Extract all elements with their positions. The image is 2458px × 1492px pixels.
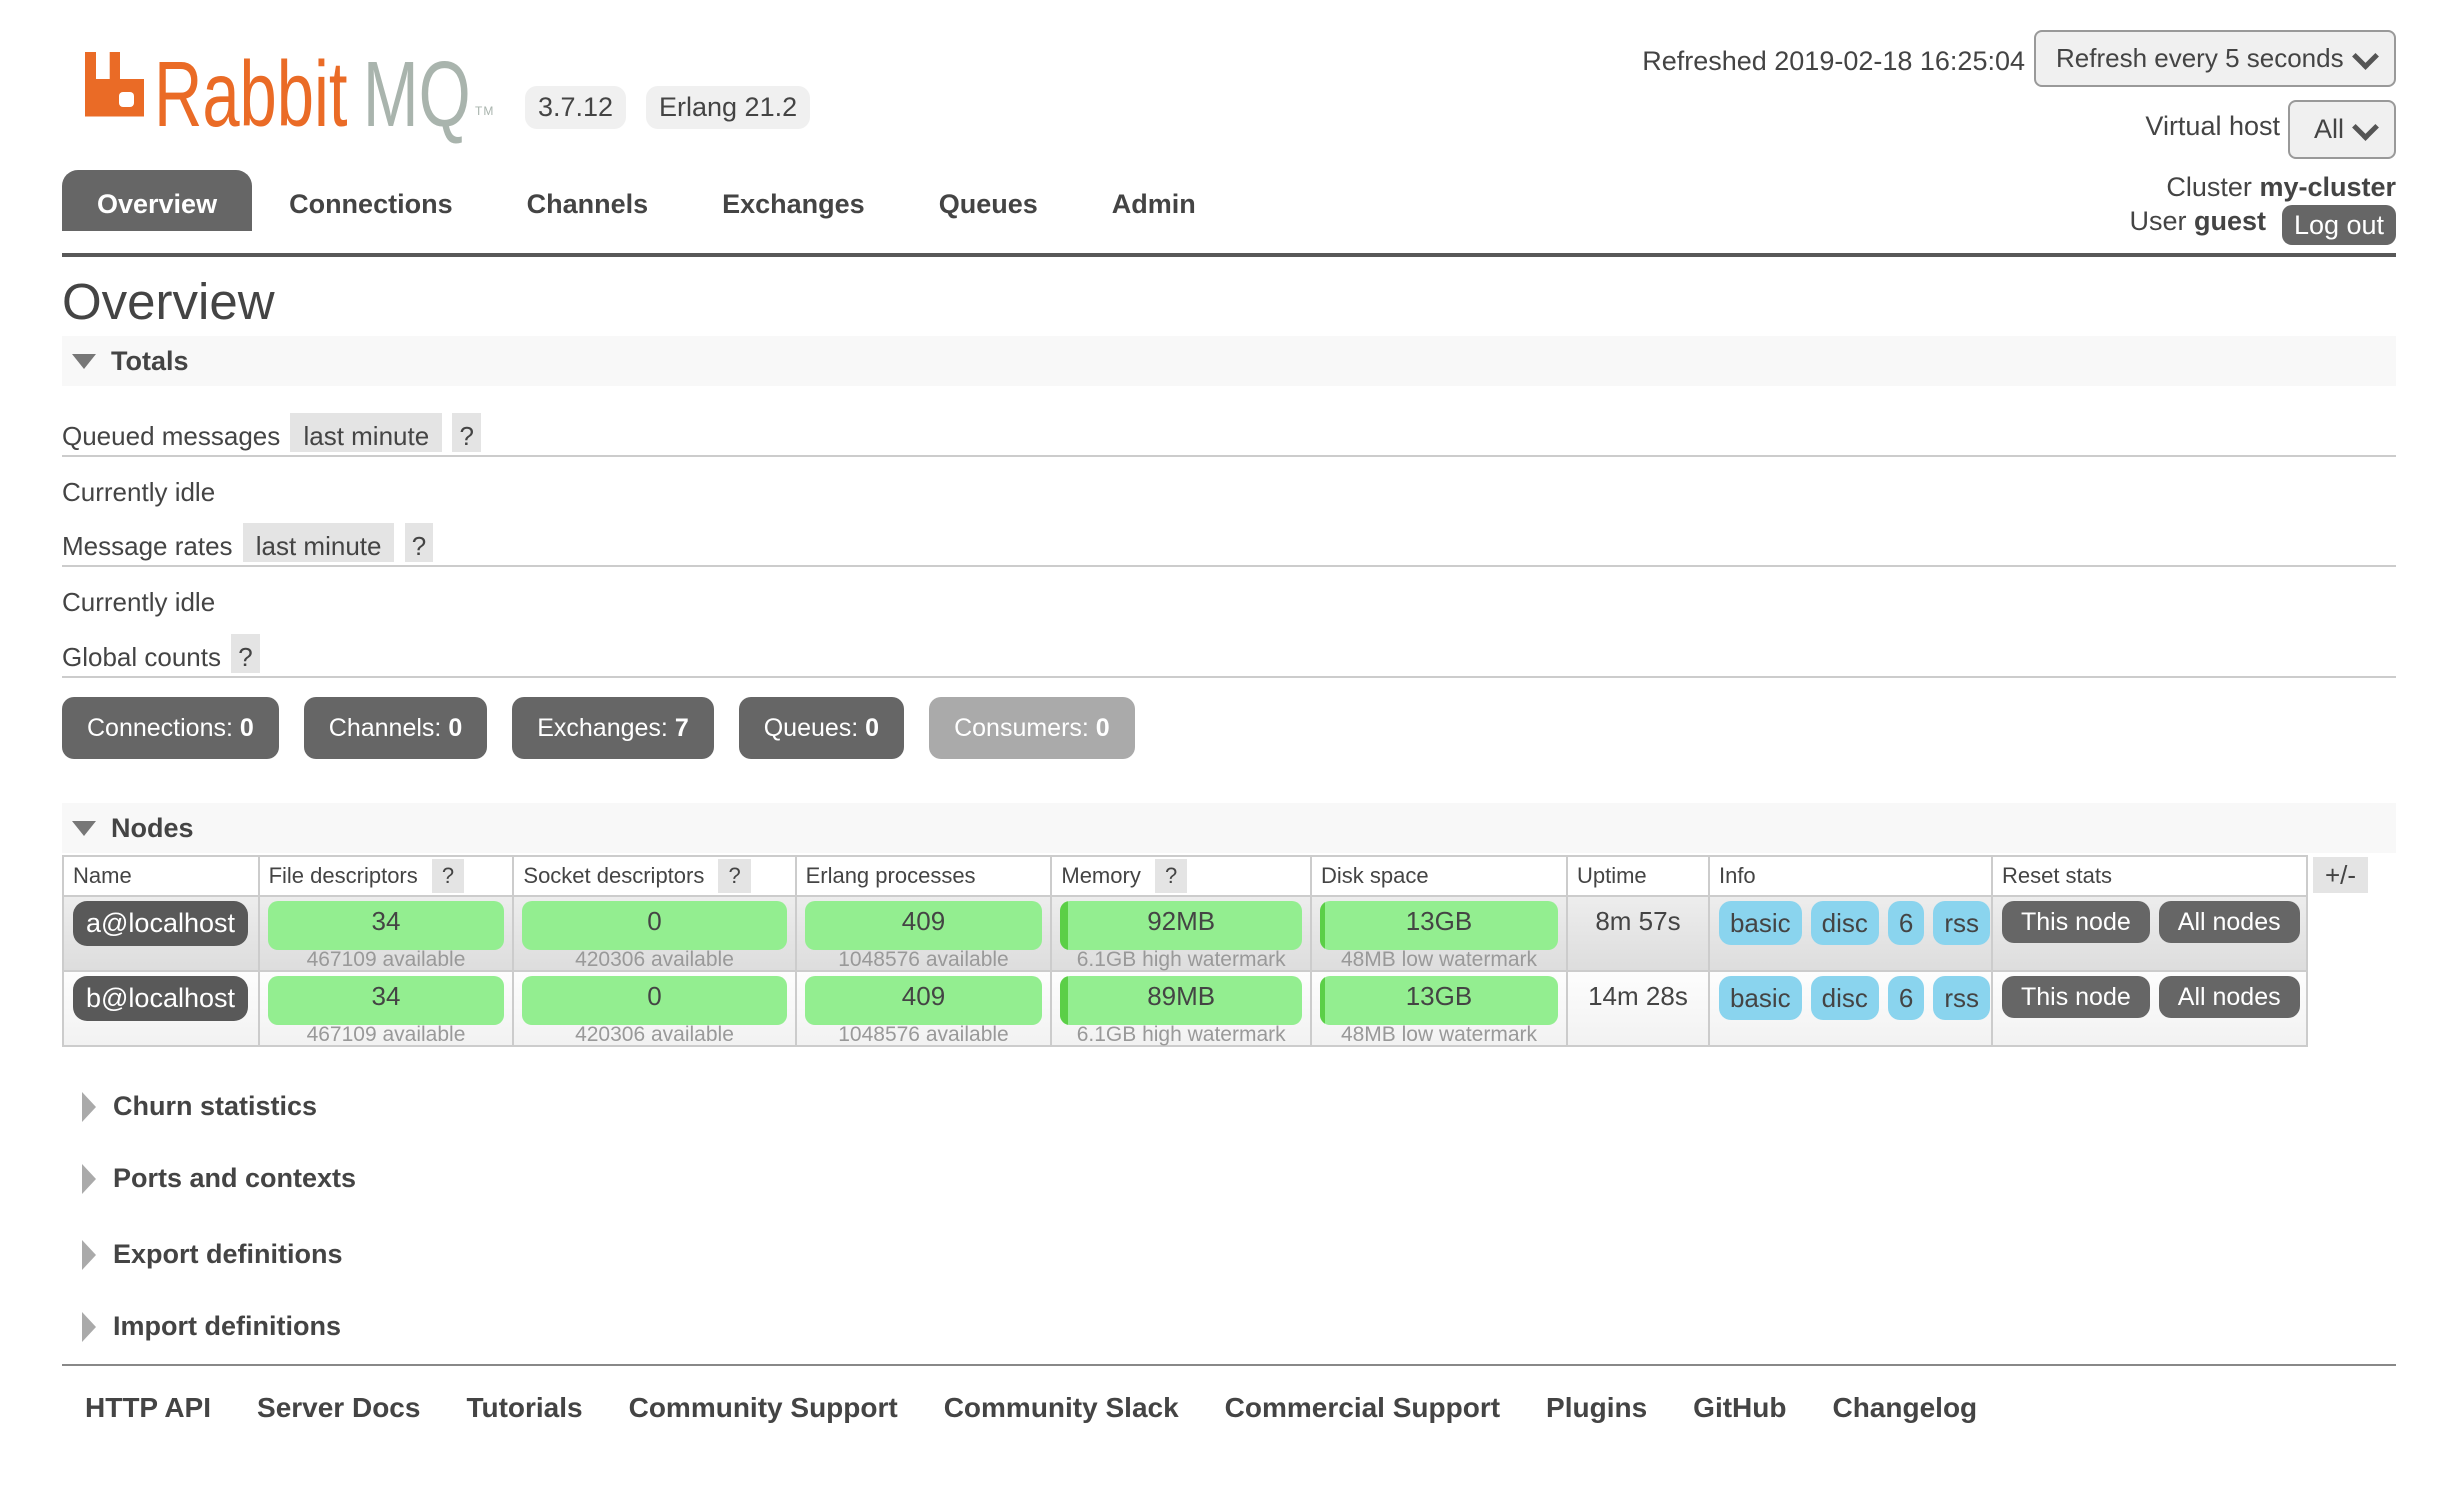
- svg-text:TM: TM: [475, 104, 494, 118]
- svg-text:Rabbit: Rabbit: [154, 45, 348, 147]
- svg-text:MQ: MQ: [363, 45, 471, 147]
